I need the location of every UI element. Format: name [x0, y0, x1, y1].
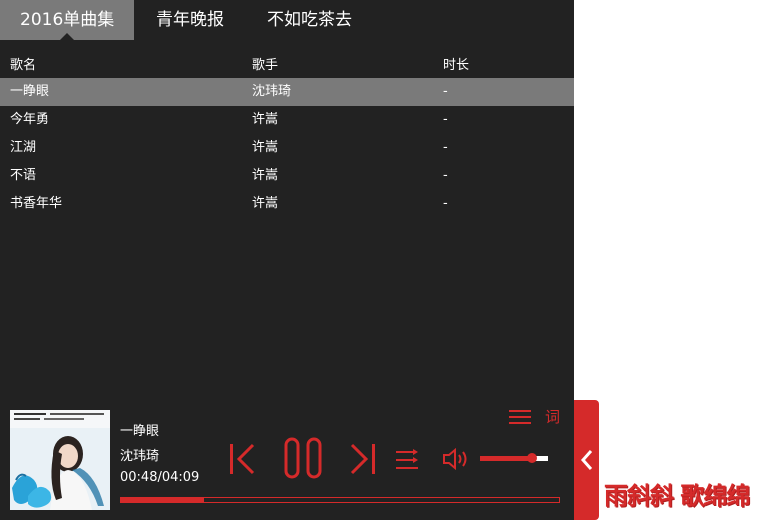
song-duration: -: [443, 168, 448, 183]
side-panel-toggle[interactable]: [574, 400, 599, 520]
playlist-icon[interactable]: [509, 409, 531, 429]
now-playing-artist: 沈玮琦: [120, 449, 160, 464]
slogan-text: 雨斜斜 歌绵绵: [604, 482, 750, 510]
table-row[interactable]: 今年勇 许嵩 -: [0, 106, 574, 134]
tab-2016-singles[interactable]: 2016单曲集: [0, 0, 135, 40]
lyrics-button[interactable]: 词: [545, 406, 560, 427]
table-row[interactable]: 江湖 许嵩 -: [0, 134, 574, 162]
tab-tea-time[interactable]: 不如吃茶去: [267, 0, 352, 40]
volume-icon[interactable]: [442, 447, 472, 474]
volume-slider-fill: [480, 456, 532, 461]
song-title: 今年勇: [10, 112, 50, 127]
chevron-left-icon: [580, 450, 593, 470]
song-duration: -: [443, 112, 448, 127]
table-row[interactable]: 不语 许嵩 -: [0, 162, 574, 190]
song-artist: 许嵩: [252, 112, 279, 127]
song-title: 书香年华: [10, 196, 63, 211]
album-cover: [10, 410, 110, 510]
table-row[interactable]: 书香年华 许嵩 -: [0, 190, 574, 218]
volume-slider[interactable]: [480, 453, 548, 463]
music-player: 2016单曲集 青年晚报 不如吃茶去 歌名 歌手 时长 一睁眼 沈玮琦 - 今年…: [0, 0, 574, 520]
shuffle-icon[interactable]: [396, 449, 420, 475]
next-icon[interactable]: [350, 443, 376, 479]
now-playing-title: 一睁眼: [120, 424, 160, 439]
column-header-title: 歌名: [10, 58, 37, 73]
volume-slider-handle[interactable]: [526, 453, 537, 463]
song-artist: 许嵩: [252, 168, 279, 183]
song-title: 江湖: [10, 140, 37, 155]
column-header-duration: 时长: [443, 58, 470, 73]
song-artist: 许嵩: [252, 140, 279, 155]
table-header: 歌名 歌手 时长: [0, 54, 574, 76]
column-header-artist: 歌手: [252, 58, 279, 73]
song-title: 一睁眼: [10, 84, 50, 99]
playlist-tabs: 2016单曲集 青年晚报 不如吃茶去: [0, 0, 574, 40]
playback-time: 00:48/04:09: [120, 470, 200, 485]
pause-icon[interactable]: [284, 437, 322, 483]
playback-progress-bar[interactable]: [120, 497, 560, 503]
tab-youth-evening-news[interactable]: 青年晚报: [156, 0, 224, 40]
song-artist: 沈玮琦: [252, 84, 292, 99]
playback-progress-fill: [121, 498, 205, 502]
player-controls-bar: 一睁眼 沈玮琦 00:48/04:09 词: [0, 400, 574, 520]
previous-icon[interactable]: [229, 443, 255, 479]
song-title: 不语: [10, 168, 37, 183]
song-duration: -: [443, 196, 448, 211]
song-artist: 许嵩: [252, 196, 279, 211]
song-duration: -: [443, 84, 448, 99]
song-duration: -: [443, 140, 448, 155]
table-row[interactable]: 一睁眼 沈玮琦 -: [0, 78, 574, 106]
